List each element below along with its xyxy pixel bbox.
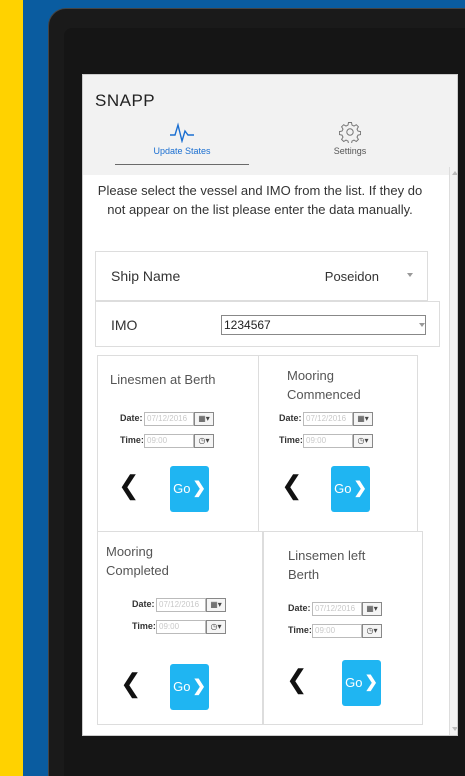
go-button[interactable]: Go ❯ (331, 466, 370, 512)
date-input[interactable]: 07/12/2016 (303, 412, 353, 426)
time-row: Time: 09:00 ◷▾ (120, 434, 220, 449)
time-label: Time: (120, 435, 144, 445)
back-arrow-icon[interactable]: ❮ (286, 664, 308, 695)
time-input[interactable]: 09:00 (303, 434, 353, 448)
calendar-icon[interactable]: ▦▾ (362, 602, 382, 616)
ship-name-value: Poseidon (324, 269, 379, 284)
date-input[interactable]: 07/12/2016 (144, 412, 194, 426)
date-input[interactable]: 07/12/2016 (156, 598, 206, 612)
time-input[interactable]: 09:00 (156, 620, 206, 634)
date-label: Date: (120, 413, 143, 423)
brand-yellow-stripe (0, 0, 23, 776)
pulse-icon (170, 122, 194, 143)
imo-row: IMO 1234567 (95, 301, 440, 347)
time-row: Time: 09:00 ◷▾ (132, 620, 232, 635)
chevron-right-icon: ❯ (353, 480, 367, 497)
back-arrow-icon[interactable]: ❮ (120, 668, 142, 699)
date-row: Date: 07/12/2016 ▦▾ (288, 602, 388, 617)
scrollbar[interactable] (449, 167, 457, 735)
card-title: Linsemen left Berth (288, 548, 366, 582)
tab-label: Update States (153, 146, 211, 156)
clock-icon[interactable]: ◷▾ (353, 434, 373, 448)
back-arrow-icon[interactable]: ❮ (118, 470, 140, 501)
state-card-linsemen-left-berth: Linsemen left Berth Date: 07/12/2016 ▦▾ … (263, 531, 423, 725)
clock-icon[interactable]: ◷▾ (362, 624, 382, 638)
state-card-mooring-completed: Mooring Completed Date: 07/12/2016 ▦▾ Ti… (97, 531, 263, 725)
date-label: Date: (132, 599, 155, 609)
ship-name-select[interactable]: Ship Name Poseidon (95, 251, 428, 301)
scroll-down-icon[interactable] (452, 727, 457, 731)
time-input[interactable]: 09:00 (144, 434, 194, 448)
state-card-linesmen-at-berth: Linesmen at Berth Date: 07/12/2016 ▦▾ Ti… (97, 355, 259, 533)
date-label: Date: (288, 603, 311, 613)
go-button[interactable]: Go ❯ (170, 466, 209, 512)
go-label: Go (173, 679, 191, 694)
card-title: Linesmen at Berth (110, 372, 216, 387)
date-row: Date: 07/12/2016 ▦▾ (132, 598, 232, 613)
app-title: SNAPP (95, 91, 156, 110)
go-label: Go (173, 481, 191, 496)
go-button[interactable]: Go ❯ (342, 660, 381, 706)
chevron-right-icon: ❯ (364, 674, 378, 691)
update-states-panel: Please select the vessel and IMO from th… (83, 175, 449, 735)
chevron-down-icon[interactable] (419, 323, 425, 327)
chevron-down-icon (407, 273, 413, 277)
tab-settings[interactable]: Settings (283, 119, 417, 165)
time-row: Time: 09:00 ◷▾ (279, 434, 379, 449)
card-title: Mooring Commenced (287, 368, 361, 402)
date-row: Date: 07/12/2016 ▦▾ (120, 412, 220, 427)
time-input[interactable]: 09:00 (312, 624, 362, 638)
gear-icon (339, 122, 361, 143)
tab-update-states[interactable]: Update States (115, 119, 249, 165)
date-label: Date: (279, 413, 302, 423)
time-label: Time: (132, 621, 156, 631)
scroll-up-icon[interactable] (452, 171, 457, 175)
go-button[interactable]: Go ❯ (170, 664, 209, 710)
ship-name-label: Ship Name (111, 268, 181, 284)
chevron-right-icon: ❯ (192, 678, 206, 695)
app-window: SNAPP Update States Settings Please sele… (82, 74, 458, 736)
calendar-icon[interactable]: ▦▾ (353, 412, 373, 426)
tab-label: Settings (333, 146, 367, 156)
imo-input[interactable]: 1234567 (221, 315, 426, 335)
instructions-text: Please select the vessel and IMO from th… (97, 183, 423, 217)
go-label: Go (334, 481, 352, 496)
date-input[interactable]: 07/12/2016 (312, 602, 362, 616)
go-label: Go (345, 675, 363, 690)
time-row: Time: 09:00 ◷▾ (288, 624, 388, 639)
date-row: Date: 07/12/2016 ▦▾ (279, 412, 379, 427)
clock-icon[interactable]: ◷▾ (194, 434, 214, 448)
time-label: Time: (279, 435, 303, 445)
time-label: Time: (288, 625, 312, 635)
calendar-icon[interactable]: ▦▾ (194, 412, 214, 426)
state-card-mooring-commenced: Mooring Commenced Date: 07/12/2016 ▦▾ Ti… (258, 355, 418, 533)
calendar-icon[interactable]: ▦▾ (206, 598, 226, 612)
chevron-right-icon: ❯ (192, 480, 206, 497)
card-title: Mooring Completed (106, 544, 169, 578)
imo-label: IMO (111, 317, 138, 333)
clock-icon[interactable]: ◷▾ (206, 620, 226, 634)
back-arrow-icon[interactable]: ❮ (281, 470, 303, 501)
